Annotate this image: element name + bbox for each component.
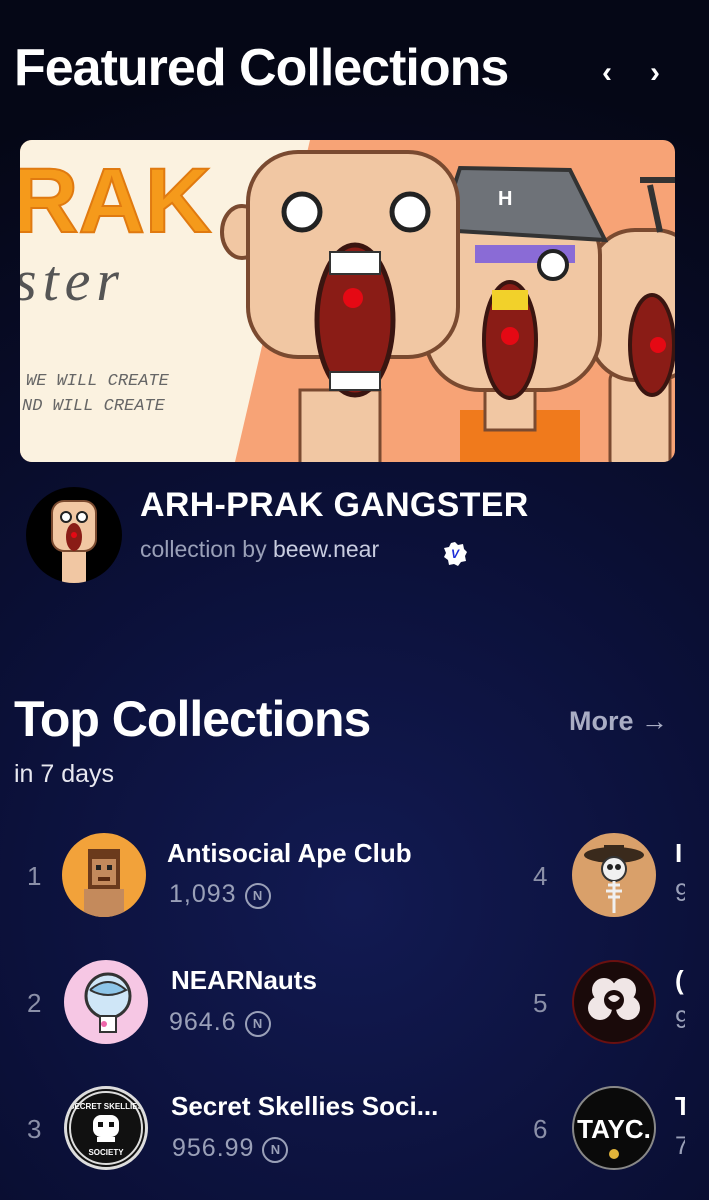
carousel-prev-button[interactable]: ‹ [602,56,612,90]
banner-line-1: WE WILL CREATE [26,372,170,391]
more-link[interactable]: More → [569,706,668,737]
collection-name[interactable]: ARH-PRAK GANGSTER [140,486,529,525]
collection-name-1[interactable]: Antisocial Ape Club [167,838,412,869]
svg-text:V: V [451,547,460,561]
collection-name-2[interactable]: NEARNauts [171,965,317,996]
collection-4-text[interactable]: I 9 [675,838,685,908]
secret-skellies-avatar[interactable]: SECRET SKELLIES SOCIETY [64,1086,148,1170]
rank-4: 4 [533,861,548,891]
near-icon: N [244,883,271,909]
skellies-ring-top: SECRET SKELLIES [69,1102,143,1111]
carousel-next-button[interactable]: › [650,56,660,90]
collection-avatar-art [51,500,97,583]
skeleton-collection-avatar[interactable] [572,833,656,917]
antisocial-ape-club-avatar[interactable] [62,833,146,917]
collection-name-4: I [675,838,683,868]
banner-title-top: RAK [20,150,211,252]
collection-avatar[interactable] [26,487,122,583]
collection-5-text[interactable]: ( 9 [675,965,685,1035]
volume-1: 1,093 N [169,880,271,909]
volume-3: 956.99 N [172,1134,289,1163]
tayc-logo-text: TAYC. [577,1114,651,1144]
rank-3: 3 [27,1114,42,1144]
volume-value-6: 7 [675,1132,685,1160]
top-collections-period: in 7 days [14,760,115,788]
ape-avatar-art [84,849,124,917]
tayc-avatar-art: TAYC. [577,1114,651,1159]
flower-avatar-art [588,978,640,1020]
hat-letter: H [498,188,512,210]
volume-2: 964.6 N [169,1008,271,1037]
skeleton-avatar-art [584,845,644,913]
volume-value-3: 956.99 [172,1134,255,1162]
tayc-avatar[interactable]: TAYC. [572,1086,656,1170]
flower-collection-avatar[interactable] [572,960,656,1044]
featured-banner-art: RAK ster WE WILL CREATE ND WILL CREATE H [20,140,675,462]
collection-6-text[interactable]: T 7 [675,1091,685,1161]
rank-5: 5 [533,988,548,1018]
near-icon: N [244,1011,271,1037]
volume-value-5: 9 [675,1006,685,1034]
volume-value-2: 964.6 [169,1008,237,1036]
character-1 [220,150,460,462]
skellies-avatar-art: SECRET SKELLIES SOCIETY [69,1091,144,1165]
nearnauts-avatar-art [84,972,132,1033]
character-3 [588,177,675,462]
collection-by-line: collection by beew.near [140,536,379,563]
featured-banner[interactable]: RAK ster WE WILL CREATE ND WILL CREATE H [20,140,675,462]
nearnauts-avatar[interactable] [64,960,148,1044]
volume-value-1: 1,093 [169,880,237,908]
verified-badge-icon: V [444,542,467,566]
collection-name-3[interactable]: Secret Skellies Soci... [171,1091,438,1122]
rank-1: 1 [27,861,42,891]
skellies-ring-bottom: SOCIETY [88,1148,124,1157]
near-icon: N [262,1137,289,1163]
volume-value-4: 9 [675,879,685,907]
collection-owner-link[interactable]: beew.near [273,536,379,562]
banner-line-2: ND WILL CREATE [22,397,166,416]
collection-name-6: T [675,1091,685,1121]
banner-title-bottom: ster [20,248,125,313]
rank-6: 6 [533,1114,548,1144]
collection-name-5: ( [675,965,684,995]
collection-by-label: collection by [140,536,267,562]
rank-2: 2 [27,988,42,1018]
featured-collections-title: Featured Collections [14,39,509,97]
top-collections-title: Top Collections [14,691,371,747]
